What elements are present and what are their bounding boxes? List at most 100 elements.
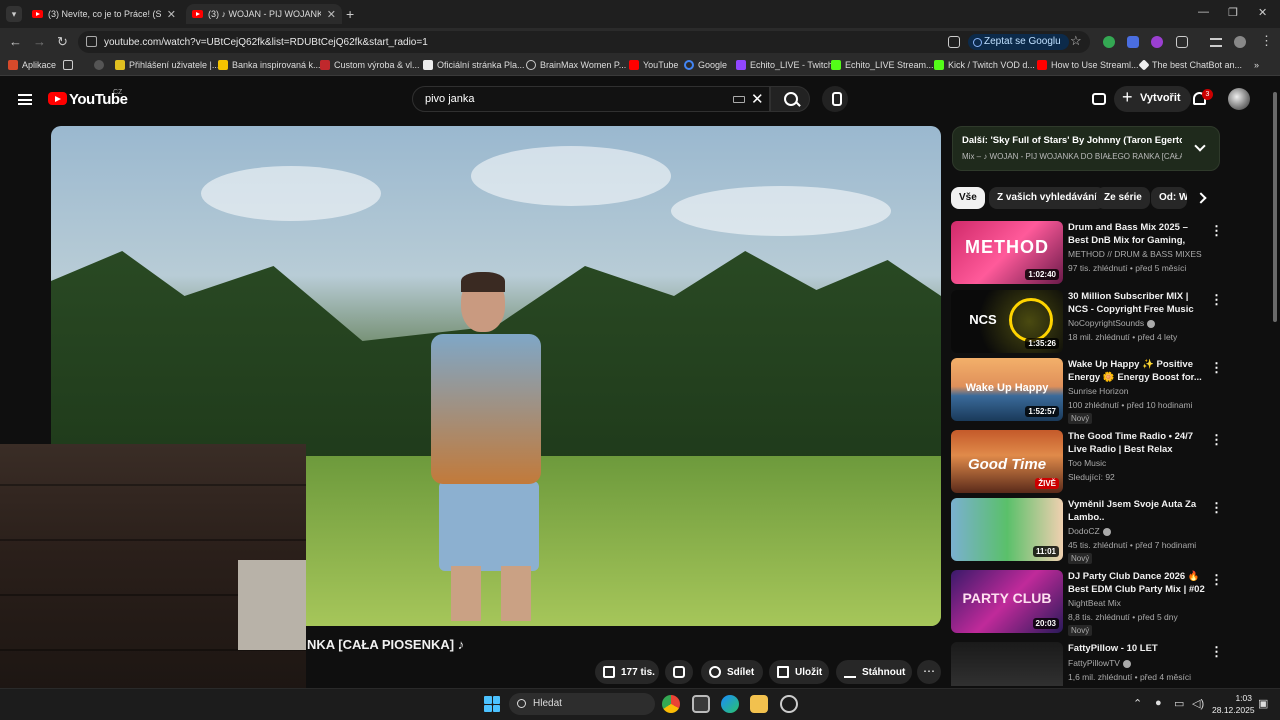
- video-title[interactable]: Vyměnil Jsem Svoje Auta Za Lambo..: [1068, 498, 1206, 524]
- video-thumbnail[interactable]: 11:01: [951, 498, 1063, 561]
- channel-name[interactable]: Sunrise Horizon: [1068, 386, 1128, 396]
- bookmark-youtube[interactable]: YouTube: [629, 60, 678, 70]
- bookmark-item[interactable]: Přihlášení uživatele |...: [115, 60, 219, 70]
- close-tab-icon[interactable]: ✕: [167, 8, 176, 21]
- dislike-button[interactable]: [665, 660, 693, 684]
- translate-extension-icon[interactable]: [1127, 36, 1139, 48]
- share-button[interactable]: Sdílet: [701, 660, 763, 684]
- youtube-logo-icon[interactable]: [48, 92, 67, 105]
- recommended-video[interactable]: Wake Up Happy 1:52:57 Wake Up Happy ✨ Po…: [951, 358, 1223, 424]
- bookmark-kick[interactable]: Kick / Twitch VOD d...: [934, 60, 1035, 70]
- tab-search-button[interactable]: ▾: [6, 6, 22, 22]
- chip-from-searches[interactable]: Z vašich vyhledávání: [989, 187, 1106, 209]
- channel-name[interactable]: NightBeat Mix: [1068, 598, 1121, 608]
- chevron-right-icon[interactable]: [1195, 192, 1207, 204]
- obs-icon[interactable]: [780, 695, 798, 713]
- reload-button[interactable]: ↻: [57, 34, 68, 50]
- chrome-icon[interactable]: [662, 695, 680, 713]
- video-thumbnail[interactable]: PARTY CLUB 20:03: [951, 570, 1063, 633]
- chip-series[interactable]: Ze série: [1096, 187, 1150, 209]
- bookmark-item[interactable]: Custom výroba & vl...: [320, 60, 420, 70]
- bookmark-item[interactable]: The best ChatBot an...: [1138, 59, 1242, 71]
- voice-search-button[interactable]: [822, 86, 848, 112]
- extension-icon[interactable]: [1103, 36, 1115, 48]
- channel-name[interactable]: Too Music: [1068, 458, 1106, 468]
- extensions-puzzle-icon[interactable]: [1176, 36, 1188, 48]
- reading-list-icon[interactable]: [1210, 38, 1222, 47]
- more-options-icon[interactable]: ⋮: [1210, 644, 1221, 660]
- bookmark-google[interactable]: Google: [684, 60, 727, 70]
- video-title[interactable]: The Good Time Radio • 24/7 Live Radio | …: [1068, 430, 1206, 457]
- tray-overflow-icon[interactable]: ⌃: [1133, 697, 1142, 710]
- recommended-video[interactable]: FattyPillow - 10 LET FattyPillowTV 1,6 m…: [951, 642, 1221, 686]
- video-thumbnail[interactable]: NCS 1:35:26: [951, 290, 1063, 353]
- more-options-icon[interactable]: ⋮: [1210, 572, 1223, 588]
- chip-from-channel[interactable]: Od: W: [1151, 187, 1187, 209]
- new-tab-button[interactable]: +: [346, 6, 354, 22]
- maximize-button[interactable]: ❐: [1228, 6, 1238, 19]
- bookmark-item[interactable]: BrainMax Women P...: [526, 60, 626, 70]
- video-title[interactable]: 30 Million Subscriber MIX | NCS - Copyri…: [1068, 290, 1206, 316]
- create-button[interactable]: Vytvořit: [1114, 86, 1191, 112]
- channel-name[interactable]: NoCopyrightSounds: [1068, 318, 1156, 328]
- channel-name[interactable]: DodoCZ: [1068, 526, 1111, 536]
- video-title[interactable]: FattyPillow - 10 LET: [1068, 642, 1206, 655]
- video-thumbnail[interactable]: METHOD 1:02:40: [951, 221, 1063, 284]
- search-button[interactable]: [770, 86, 810, 112]
- network-icon[interactable]: ▭: [1174, 697, 1184, 710]
- notification-center-icon[interactable]: ▣: [1258, 697, 1268, 710]
- account-avatar[interactable]: [1228, 88, 1250, 110]
- url-field[interactable]: youtube.com/watch?v=UBtCejQ62fk&list=RDU…: [78, 31, 1090, 53]
- bookmark-item[interactable]: [94, 60, 108, 70]
- bookmark-star-icon[interactable]: ☆: [1070, 33, 1082, 49]
- microphone-icon[interactable]: ●: [1155, 697, 1162, 709]
- tab-inactive[interactable]: (3) Nevíte, co je to Práce! (SENI ✕: [26, 4, 182, 24]
- install-app-icon[interactable]: [948, 36, 960, 48]
- cast-icon[interactable]: [1092, 93, 1106, 105]
- more-options-icon[interactable]: ⋮: [1210, 292, 1223, 308]
- more-actions-button[interactable]: ⋯: [917, 660, 941, 684]
- bookmark-apps[interactable]: Aplikace: [8, 60, 56, 70]
- channel-name[interactable]: FattyPillowTV: [1068, 658, 1131, 668]
- profile-avatar-icon[interactable]: [1234, 36, 1246, 48]
- save-button[interactable]: Uložit: [769, 660, 829, 684]
- more-options-icon[interactable]: ⋮: [1210, 500, 1223, 516]
- bookmark-item[interactable]: Oficiální stránka Pla...: [423, 60, 525, 70]
- file-explorer-icon[interactable]: [750, 695, 768, 713]
- extension-icon[interactable]: [1151, 36, 1163, 48]
- bookmark-twitch[interactable]: Echito_LIVE - Twitch: [736, 60, 833, 70]
- site-info-icon[interactable]: [86, 36, 97, 47]
- download-button[interactable]: Stáhnout: [836, 660, 912, 684]
- video-thumbnail[interactable]: [951, 642, 1063, 686]
- scrollbar-thumb[interactable]: [1273, 92, 1277, 322]
- channel-name[interactable]: METHOD // DRUM & BASS MIXES: [1068, 249, 1202, 259]
- minimize-button[interactable]: —: [1198, 6, 1209, 18]
- more-options-icon[interactable]: ⋮: [1210, 360, 1223, 376]
- taskbar-clock[interactable]: 1:03 28.12.2025: [1212, 692, 1255, 716]
- browser-menu-icon[interactable]: ⋮: [1260, 33, 1273, 49]
- recommended-video[interactable]: Good Time ŽIVĚ The Good Time Radio • 24/…: [951, 430, 1223, 494]
- taskbar-search[interactable]: Hledat: [509, 693, 655, 715]
- video-title[interactable]: Wake Up Happy ✨ Positive Energy 🌼 Energy…: [1068, 358, 1206, 384]
- tab-active[interactable]: (3) ♪ WOJAN - PIJ WOJANKA ✕: [186, 4, 342, 24]
- mix-next-panel[interactable]: [952, 126, 1220, 171]
- bookmarks-overflow-icon[interactable]: »: [1254, 60, 1259, 70]
- page-scrollbar[interactable]: [1271, 80, 1279, 690]
- recommended-video[interactable]: PARTY CLUB 20:03 DJ Party Club Dance 202…: [951, 570, 1223, 636]
- back-button[interactable]: ←: [9, 34, 22, 49]
- video-title[interactable]: DJ Party Club Dance 2026 🔥 Best EDM Club…: [1068, 570, 1206, 596]
- search-input[interactable]: pivo janka: [412, 86, 770, 112]
- bookmark-item[interactable]: Banka inspirovaná k...: [218, 60, 321, 70]
- bookmark-kick[interactable]: Echito_LIVE Stream...: [831, 60, 934, 70]
- recommended-video[interactable]: 11:01 Vyměnil Jsem Svoje Auta Za Lambo..…: [951, 498, 1223, 564]
- recommended-video[interactable]: NCS 1:35:26 30 Million Subscriber MIX | …: [951, 290, 1223, 354]
- like-button[interactable]: 177 tis.: [595, 660, 659, 684]
- close-window-button[interactable]: ✕: [1258, 6, 1267, 19]
- video-thumbnail[interactable]: Good Time ŽIVĚ: [951, 430, 1063, 493]
- more-options-icon[interactable]: ⋮: [1210, 432, 1223, 448]
- menu-icon[interactable]: [18, 94, 32, 105]
- chip-all[interactable]: Vše: [951, 187, 985, 209]
- clear-search-icon[interactable]: ✕: [751, 90, 764, 108]
- forward-button[interactable]: →: [33, 34, 46, 49]
- edge-icon[interactable]: [721, 695, 739, 713]
